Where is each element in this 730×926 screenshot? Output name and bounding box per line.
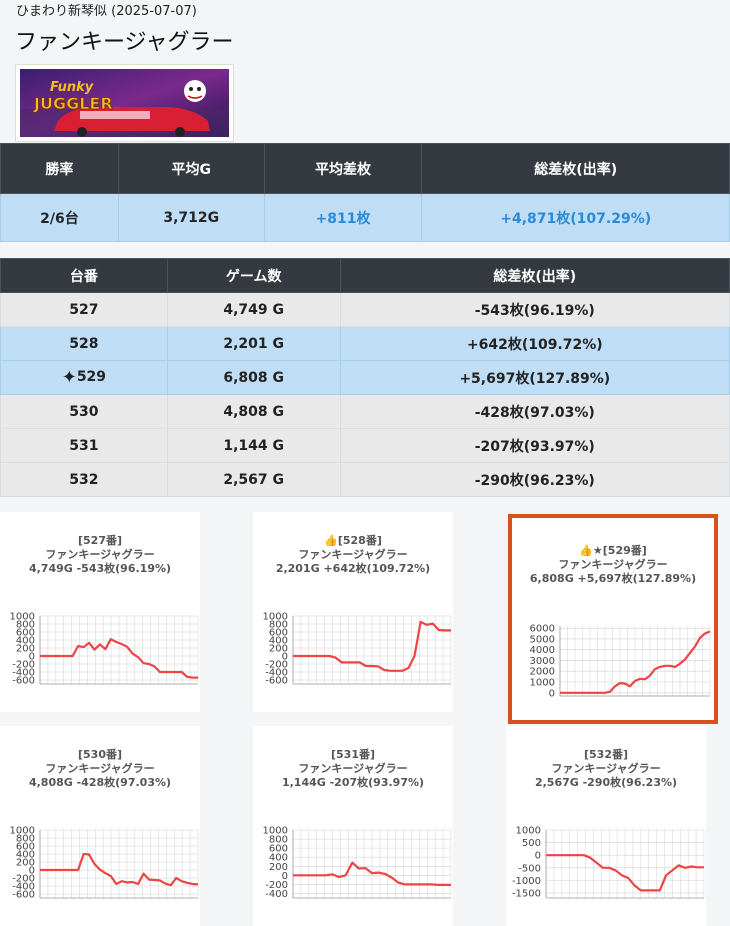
chart-summary: 4,749G -543枚(96.19%) bbox=[28, 562, 172, 575]
chart-tick-label: 6000 bbox=[530, 624, 555, 635]
chart-summary: 1,144G -207枚(93.97%) bbox=[281, 776, 425, 789]
summary-avg-diff: +811枚 bbox=[263, 193, 423, 242]
summary-header-total-diff: 総差枚(出率) bbox=[421, 143, 730, 194]
summary-table: 勝率 平均G 平均差枚 総差枚(出率) 2/6台 3,712G +811枚 +4… bbox=[0, 143, 730, 242]
machine-diff: -290枚(96.23%) bbox=[339, 462, 730, 497]
chart-tick-label: 1000 bbox=[516, 826, 541, 837]
chart-tick-label: -400 bbox=[265, 889, 288, 900]
chart-summary: 2,567G -290枚(96.23%) bbox=[534, 776, 678, 789]
summary-header-avg-games: 平均G bbox=[117, 143, 265, 194]
chart-title: [529番] bbox=[602, 544, 647, 557]
chart-card-527[interactable]: 1000 800 600 400 200 0 -200 -400 -600 [527番] ファン… bbox=[0, 512, 200, 712]
chart-tick-label: 5000 bbox=[530, 634, 555, 645]
machine-number[interactable]: 530 bbox=[0, 394, 168, 429]
page-subtitle: ひまわり新琴似 (2025-07-07) bbox=[16, 4, 197, 19]
machine-number: 529 bbox=[76, 369, 107, 385]
chart-tick-label: 1000 bbox=[530, 678, 555, 689]
chart-summary: 2,201G +642枚(109.72%) bbox=[275, 562, 431, 575]
chart-tick-label: -600 bbox=[12, 676, 35, 687]
chart-header: 👍★[529番] ファンキージャグラー 6,808G +5,697枚(127.8… bbox=[512, 544, 714, 586]
chart-header: 👍[528番] ファンキージャグラー 2,201G +642枚(109.72%) bbox=[253, 534, 453, 576]
chart-title: [530番] bbox=[77, 748, 123, 761]
chart-machine-name: ファンキージャグラー bbox=[551, 762, 661, 775]
chart-machine-name: ファンキージャグラー bbox=[558, 558, 668, 571]
chart-tick-label: 2000 bbox=[530, 667, 555, 678]
chart-header: [532番] ファンキージャグラー 2,567G -290枚(96.23%) bbox=[506, 748, 706, 790]
machine-number[interactable]: 531 bbox=[0, 428, 168, 463]
page-title: ファンキージャグラー bbox=[15, 30, 234, 55]
chart-summary: 6,808G +5,697枚(127.89%) bbox=[529, 572, 697, 585]
chart-card-528[interactable]: 1000 800 600 400 200 0 -200 -400 -600 👍[528番] ファ… bbox=[253, 512, 453, 712]
table-row[interactable]: 532 2,567 G -290枚(96.23%) bbox=[0, 462, 730, 497]
svg-text:Funky: Funky bbox=[50, 80, 94, 95]
chart-header: [530番] ファンキージャグラー 4,808G -428枚(97.03%) bbox=[0, 748, 200, 790]
machine-games: 2,201 G bbox=[166, 326, 341, 361]
chart-title: [531番] bbox=[330, 748, 376, 761]
chart-machine-name: ファンキージャグラー bbox=[45, 548, 155, 561]
machine-games: 1,144 G bbox=[166, 428, 341, 463]
chart-header: [531番] ファンキージャグラー 1,144G -207枚(93.97%) bbox=[253, 748, 453, 790]
machine-header-games: ゲーム数 bbox=[166, 258, 341, 293]
machine-number[interactable]: 532 bbox=[0, 462, 168, 497]
machine-diff: +5,697枚(127.89%) bbox=[339, 360, 730, 395]
table-row[interactable]: 531 1,144 G -207枚(93.97%) bbox=[0, 428, 730, 463]
chart-tick-label: 500 bbox=[522, 838, 541, 849]
sparkle-icon: ✦ bbox=[61, 367, 77, 388]
summary-avg-games: 3,712G bbox=[117, 193, 265, 242]
machine-games: 2,567 G bbox=[166, 462, 341, 497]
thumbs-up-star-icon: 👍★ bbox=[579, 544, 603, 557]
chart-summary: 4,808G -428枚(97.03%) bbox=[28, 776, 172, 789]
svg-text:JUGGLER: JUGGLER bbox=[33, 94, 113, 113]
chart-title: [532番] bbox=[583, 748, 629, 761]
machine-number-cell[interactable]: ✦529 bbox=[0, 360, 168, 395]
chart-card-529[interactable]: 6000 5000 4000 3000 2000 1000 0 👍★[529番] ファンキー… bbox=[508, 514, 718, 724]
chart-tick-label: 4000 bbox=[530, 645, 555, 656]
machine-games: 6,808 G bbox=[166, 360, 341, 395]
chart-title: [527番] bbox=[77, 534, 123, 547]
machine-diff: +642枚(109.72%) bbox=[339, 326, 730, 361]
chart-machine-name: ファンキージャグラー bbox=[298, 762, 408, 775]
machine-number[interactable]: 527 bbox=[0, 292, 168, 327]
machine-diff: -543枚(96.19%) bbox=[339, 292, 730, 327]
chart-tick-label: 0 bbox=[549, 688, 555, 699]
summary-header-win-rate: 勝率 bbox=[0, 143, 119, 194]
chart-card-531[interactable]: 1000 800 600 400 200 0 -200 -400 [531番] ファンキージャ… bbox=[253, 726, 453, 926]
thumbs-up-icon: 👍 bbox=[324, 534, 338, 547]
machine-table: 台番 ゲーム数 総差枚(出率) 527 4,749 G -543枚(96.19%… bbox=[0, 258, 730, 497]
chart-header: [527番] ファンキージャグラー 4,749G -543枚(96.19%) bbox=[0, 534, 200, 576]
table-row[interactable]: 527 4,749 G -543枚(96.19%) bbox=[0, 292, 730, 327]
machine-number[interactable]: 528 bbox=[0, 326, 168, 361]
table-row[interactable]: 528 2,201 G +642枚(109.72%) bbox=[0, 326, 730, 361]
summary-total-diff: +4,871枚(107.29%) bbox=[421, 193, 730, 242]
chart-tick-label: -1000 bbox=[512, 876, 541, 887]
chart-tick-label: -600 bbox=[12, 890, 35, 901]
chart-machine-name: ファンキージャグラー bbox=[45, 762, 155, 775]
machine-games: 4,808 G bbox=[166, 394, 341, 429]
chart-tick-label: -600 bbox=[265, 676, 288, 687]
machine-diff: -428枚(97.03%) bbox=[339, 394, 730, 429]
chart-tick-label: -500 bbox=[518, 863, 541, 874]
chart-title: [528番] bbox=[337, 534, 382, 547]
machine-header-diff: 総差枚(出率) bbox=[339, 258, 730, 293]
chart-tick-label: -1500 bbox=[512, 888, 541, 899]
summary-row: 2/6台 3,712G +811枚 +4,871枚(107.29%) bbox=[0, 193, 730, 242]
chart-tick-label: 0 bbox=[535, 851, 541, 862]
chart-tick-label: 3000 bbox=[530, 656, 555, 667]
chart-card-530[interactable]: 1000 800 600 400 200 0 -200 -400 -600 [530番] ファン… bbox=[0, 726, 200, 926]
chart-machine-name: ファンキージャグラー bbox=[298, 548, 408, 561]
summary-header-avg-diff: 平均差枚 bbox=[263, 143, 423, 194]
chart-card-532[interactable]: 1000 500 0 -500 -1000 -1500 [532番] ファンキージャグラー… bbox=[506, 726, 706, 926]
machine-header-number: 台番 bbox=[0, 258, 168, 293]
table-row[interactable]: ✦529 6,808 G +5,697枚(127.89%) bbox=[0, 360, 730, 395]
machine-games: 4,749 G bbox=[166, 292, 341, 327]
summary-win-rate: 2/6台 bbox=[0, 193, 119, 242]
machine-diff: -207枚(93.97%) bbox=[339, 428, 730, 463]
table-row[interactable]: 530 4,808 G -428枚(97.03%) bbox=[0, 394, 730, 429]
machine-banner-image: Funky JUGGLER bbox=[15, 64, 234, 142]
